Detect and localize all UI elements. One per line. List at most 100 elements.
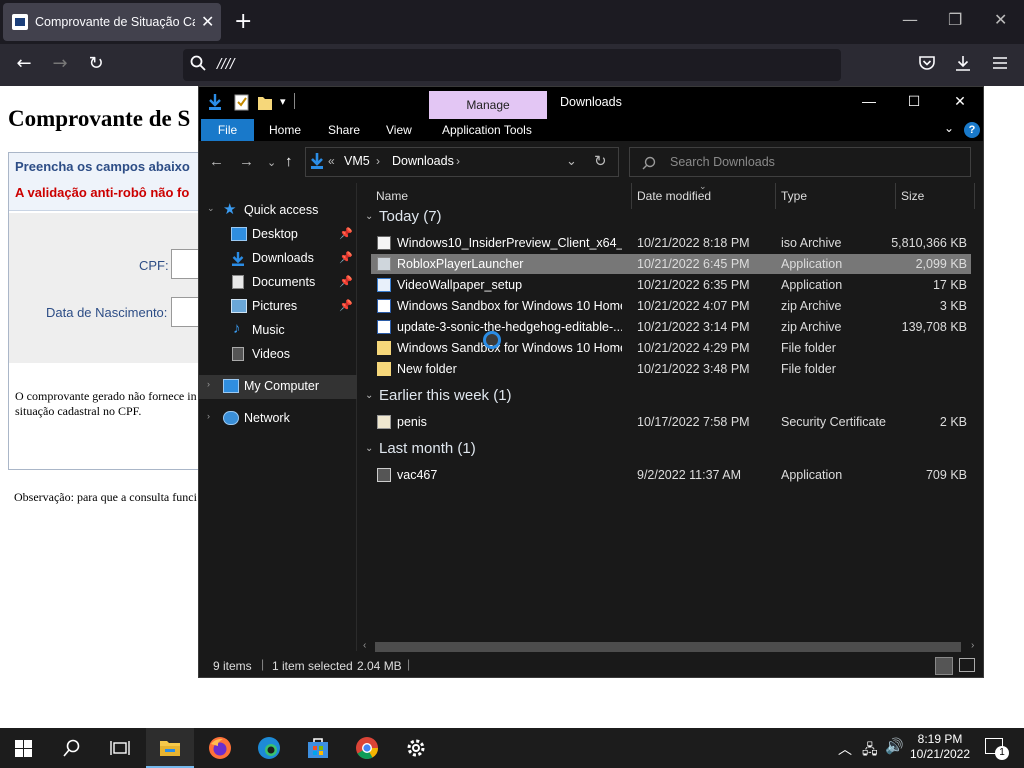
sidebar-item-pictures[interactable]: Pictures 📌 bbox=[199, 295, 357, 319]
column-name[interactable]: Name bbox=[376, 189, 408, 203]
menu-icon[interactable] bbox=[992, 55, 1008, 74]
refresh-icon[interactable]: ↻ bbox=[594, 152, 607, 170]
close-icon[interactable]: ✕ bbox=[946, 93, 974, 110]
tab-home[interactable]: Home bbox=[269, 123, 301, 137]
tab-share[interactable]: Share bbox=[328, 123, 360, 137]
tab-file[interactable]: File bbox=[201, 119, 254, 141]
task-view-button[interactable] bbox=[96, 728, 144, 768]
address-bar[interactable]: « VM5 › Downloads › ⌄ ↻ bbox=[305, 147, 619, 177]
collapse-chevron-icon[interactable]: ⌄ bbox=[365, 443, 373, 454]
start-button[interactable] bbox=[0, 728, 48, 768]
file-explorer-taskbar-icon[interactable] bbox=[146, 728, 194, 768]
forward-icon[interactable]: → bbox=[239, 153, 254, 170]
group-header-last-month[interactable]: ⌄ Last month (1) bbox=[365, 440, 977, 461]
sidebar-item-music[interactable]: ♪ Music bbox=[199, 319, 357, 343]
file-size: 139,708 KB bbox=[901, 320, 967, 334]
column-size[interactable]: Size bbox=[901, 189, 924, 203]
new-folder-icon[interactable] bbox=[257, 93, 273, 116]
pocket-icon[interactable] bbox=[918, 55, 936, 75]
close-window-icon[interactable]: ✕ bbox=[994, 10, 1007, 29]
expand-chevron-icon[interactable]: › bbox=[207, 411, 210, 421]
maximize-icon[interactable]: ☐ bbox=[900, 93, 928, 110]
desktop-icon bbox=[231, 227, 247, 241]
downloads-icon[interactable] bbox=[955, 55, 971, 75]
breadcrumb-overflow[interactable]: « bbox=[328, 154, 335, 168]
expand-chevron-icon[interactable]: › bbox=[207, 379, 210, 389]
properties-icon[interactable] bbox=[234, 93, 250, 116]
column-type[interactable]: Type bbox=[781, 189, 807, 203]
sidebar-item-my-computer[interactable]: › My Computer bbox=[199, 375, 357, 399]
close-tab-icon[interactable]: ✕ bbox=[201, 12, 214, 31]
new-tab-icon[interactable]: + bbox=[234, 9, 252, 34]
file-row[interactable]: Windows10_InsiderPreview_Client_x64_e...… bbox=[371, 233, 971, 253]
settings-taskbar-icon[interactable] bbox=[392, 728, 440, 768]
scrollbar-thumb[interactable] bbox=[375, 642, 961, 652]
recent-locations-icon[interactable]: ⌄ bbox=[267, 156, 276, 169]
help-icon[interactable]: ? bbox=[964, 122, 980, 138]
column-divider[interactable] bbox=[895, 183, 896, 209]
sidebar-item-documents[interactable]: Documents 📌 bbox=[199, 271, 357, 295]
file-row[interactable]: vac467 9/2/2022 11:37 AM Application 709… bbox=[371, 465, 971, 485]
column-divider[interactable] bbox=[775, 183, 776, 209]
tab-application-tools[interactable]: Application Tools bbox=[442, 123, 532, 137]
app-icon bbox=[377, 257, 391, 271]
sidebar-item-videos[interactable]: Videos bbox=[199, 343, 357, 367]
file-row[interactable]: update-3-sonic-the-hedgehog-editable-...… bbox=[371, 317, 971, 337]
breadcrumb-vm5[interactable]: VM5 bbox=[344, 154, 370, 168]
minimize-icon[interactable]: — bbox=[855, 93, 883, 109]
breadcrumb-downloads[interactable]: Downloads bbox=[392, 154, 454, 168]
file-row[interactable]: penis 10/17/2022 7:58 PM Security Certif… bbox=[371, 412, 971, 432]
browser-tab[interactable]: Comprovante de Situação Cada ✕ bbox=[3, 3, 221, 41]
search-downloads-input[interactable]: Search Downloads bbox=[629, 147, 971, 177]
forward-icon[interactable]: → bbox=[48, 53, 72, 74]
back-icon[interactable]: ← bbox=[209, 153, 224, 170]
url-bar[interactable]: //// bbox=[183, 49, 841, 81]
collapse-chevron-icon[interactable]: ⌄ bbox=[365, 390, 373, 401]
collapse-chevron-icon[interactable]: ⌄ bbox=[365, 211, 373, 222]
customize-toolbar-icon[interactable]: ▾ bbox=[280, 95, 286, 108]
large-icons-view-icon[interactable] bbox=[959, 658, 975, 672]
back-icon[interactable]: ← bbox=[12, 53, 36, 74]
file-type: Application bbox=[781, 278, 843, 292]
pin-icon: 📌 bbox=[339, 300, 353, 312]
expand-chevron-icon[interactable]: ⌄ bbox=[207, 203, 215, 214]
manage-tab[interactable]: Manage bbox=[429, 91, 547, 119]
clock[interactable]: 8:19 PM 10/21/2022 bbox=[900, 732, 980, 762]
scroll-right-icon[interactable]: › bbox=[971, 640, 974, 651]
column-divider[interactable] bbox=[631, 183, 632, 209]
file-row[interactable]: VideoWallpaper_setup 10/21/2022 6:35 PM … bbox=[371, 275, 971, 295]
pin-icon: 📌 bbox=[339, 276, 353, 288]
search-button[interactable] bbox=[48, 728, 96, 768]
sidebar-item-desktop[interactable]: Desktop 📌 bbox=[199, 223, 357, 247]
sidebar-item-downloads[interactable]: Downloads 📌 bbox=[199, 247, 357, 271]
details-view-icon[interactable] bbox=[935, 657, 953, 675]
network-status-icon[interactable]: 🖧 bbox=[862, 739, 878, 763]
minimize-icon[interactable]: — bbox=[902, 10, 918, 29]
edge-taskbar-icon[interactable] bbox=[245, 728, 293, 768]
address-dropdown-icon[interactable]: ⌄ bbox=[566, 153, 577, 169]
chrome-taskbar-icon[interactable] bbox=[343, 728, 391, 768]
group-header-earlier-this-week[interactable]: ⌄ Earlier this week (1) bbox=[365, 387, 977, 408]
tab-view[interactable]: View bbox=[386, 123, 412, 137]
firefox-taskbar-icon[interactable] bbox=[196, 728, 244, 768]
group-header-today[interactable]: ⌄ Today (7) bbox=[365, 208, 977, 229]
restore-icon[interactable]: ❐ bbox=[948, 10, 962, 29]
file-row[interactable]: New folder 10/21/2022 3:48 PM File folde… bbox=[371, 359, 971, 379]
expand-ribbon-icon[interactable]: ⌄ bbox=[944, 121, 954, 135]
sidebar-item-quick-access[interactable]: ⌄ ★ Quick access bbox=[199, 199, 357, 223]
file-row[interactable]: Windows Sandbox for Windows 10 Home 10/2… bbox=[371, 338, 971, 358]
reload-icon[interactable]: ↻ bbox=[84, 53, 108, 74]
up-icon[interactable]: ↑ bbox=[285, 153, 293, 170]
file-name: New folder bbox=[397, 362, 457, 376]
horizontal-scrollbar[interactable]: ‹ › bbox=[359, 639, 983, 655]
store-taskbar-icon[interactable] bbox=[294, 728, 342, 768]
file-row-selected[interactable]: RobloxPlayerLauncher 10/21/2022 6:45 PM … bbox=[371, 254, 971, 274]
column-divider[interactable] bbox=[974, 183, 975, 209]
show-hidden-icons-icon[interactable]: ︿ bbox=[838, 739, 852, 759]
scroll-left-icon[interactable]: ‹ bbox=[363, 640, 366, 651]
file-row[interactable]: Windows Sandbox for Windows 10 Home 10/2… bbox=[371, 296, 971, 316]
file-name: Windows Sandbox for Windows 10 Home bbox=[397, 299, 622, 313]
sidebar-item-network[interactable]: › Network bbox=[199, 407, 357, 431]
form-instruction: Preencha os campos abaixo bbox=[15, 159, 190, 174]
search-icon bbox=[642, 156, 656, 175]
